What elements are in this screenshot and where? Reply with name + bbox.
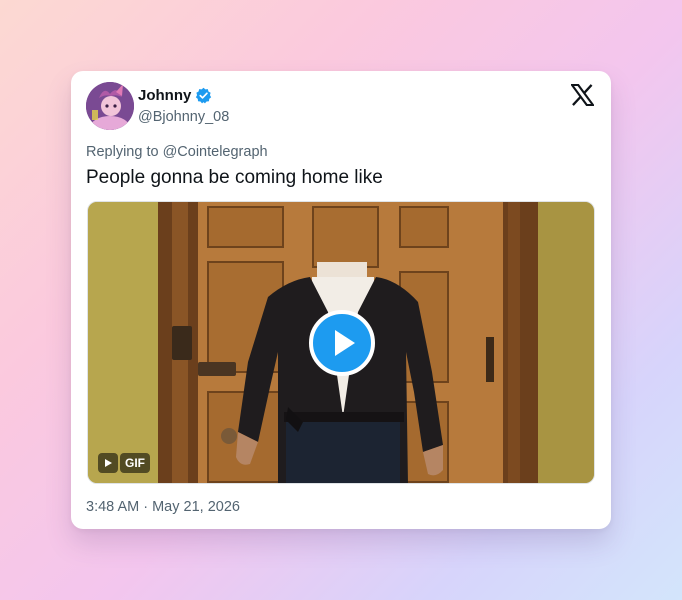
gif-badge: GIF [98, 453, 150, 473]
play-icon [335, 330, 355, 356]
tweet-card: Johnny @Bjohnny_08 Replying to @Cointele… [71, 71, 611, 529]
play-button[interactable] [309, 310, 375, 376]
avatar[interactable] [86, 82, 134, 130]
x-logo-icon[interactable] [569, 83, 596, 107]
tweet-text: People gonna be coming home like [86, 167, 383, 188]
gif-play-icon [98, 453, 118, 473]
verified-badge-icon [195, 87, 212, 104]
gif-media[interactable]: GIF [87, 201, 595, 484]
display-name[interactable]: Johnny [138, 87, 191, 104]
replying-to[interactable]: Replying to @Cointelegraph [86, 144, 268, 160]
display-name-row[interactable]: Johnny [138, 87, 212, 104]
timestamp[interactable]: 3:48 AM · May 21, 2026 [86, 499, 240, 515]
gif-label: GIF [120, 453, 150, 473]
user-handle[interactable]: @Bjohnny_08 [138, 109, 229, 125]
